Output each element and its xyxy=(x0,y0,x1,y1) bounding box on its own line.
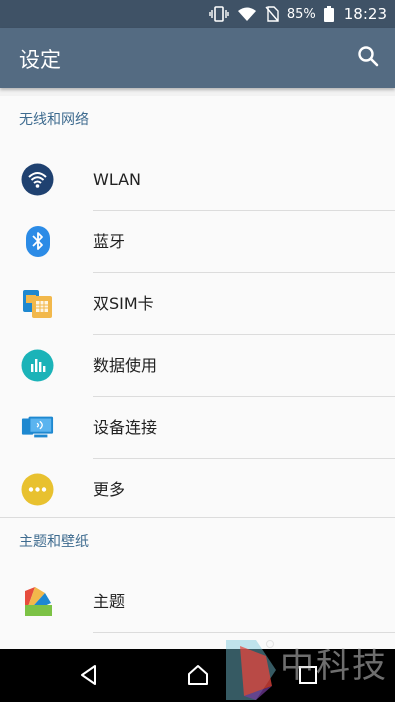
settings-item-label: 主题 xyxy=(93,592,126,611)
settings-item-device-connection[interactable]: 设备连接 xyxy=(0,397,395,458)
settings-list: 无线和网络 WLAN 蓝牙 双SIM卡 数据使用 设备连接 更多 主题和壁纸 主… xyxy=(0,96,395,649)
battery-percent: 85% xyxy=(286,6,316,22)
bluetooth-icon xyxy=(21,225,54,258)
settings-item-dual-sim[interactable]: 双SIM卡 xyxy=(0,273,395,334)
navigation-bar xyxy=(0,649,395,702)
divider xyxy=(93,632,395,633)
status-bar: 85% 18:23 xyxy=(0,0,395,28)
status-icons: 85% 18:23 xyxy=(209,0,387,28)
section-header-wireless: 无线和网络 xyxy=(19,112,89,128)
wifi-icon xyxy=(21,163,54,196)
settings-item-label: 更多 xyxy=(93,480,126,499)
more-icon xyxy=(21,473,54,506)
section-divider xyxy=(0,517,395,518)
settings-item-data-usage[interactable]: 数据使用 xyxy=(0,335,395,396)
recents-icon[interactable] xyxy=(296,663,320,687)
section-header-themes: 主题和壁纸 xyxy=(19,534,89,550)
settings-item-bluetooth[interactable]: 蓝牙 xyxy=(0,211,395,272)
dual-sim-icon xyxy=(21,287,54,320)
settings-item-label: 设备连接 xyxy=(93,418,158,437)
page-title: 设定 xyxy=(19,48,61,72)
app-bar: 设定 xyxy=(0,28,395,88)
status-time: 18:23 xyxy=(343,5,387,23)
settings-item-more[interactable]: 更多 xyxy=(0,459,395,520)
settings-item-label: WLAN xyxy=(93,170,142,189)
search-icon[interactable] xyxy=(357,45,379,67)
home-icon[interactable] xyxy=(186,663,210,687)
wifi-icon xyxy=(237,7,256,21)
data-usage-icon xyxy=(21,349,54,382)
vibrate-icon xyxy=(209,6,229,22)
battery-icon xyxy=(323,6,334,22)
settings-item-theme[interactable]: 主题 xyxy=(0,571,395,632)
settings-item-label: 蓝牙 xyxy=(93,232,126,251)
back-icon[interactable] xyxy=(77,663,101,687)
settings-item-wlan[interactable]: WLAN xyxy=(0,149,395,210)
settings-item-label: 数据使用 xyxy=(93,356,158,375)
theme-icon xyxy=(21,585,54,618)
no-sim-icon xyxy=(265,6,279,22)
settings-item-label: 双SIM卡 xyxy=(93,294,154,313)
device-connection-icon xyxy=(21,411,54,444)
